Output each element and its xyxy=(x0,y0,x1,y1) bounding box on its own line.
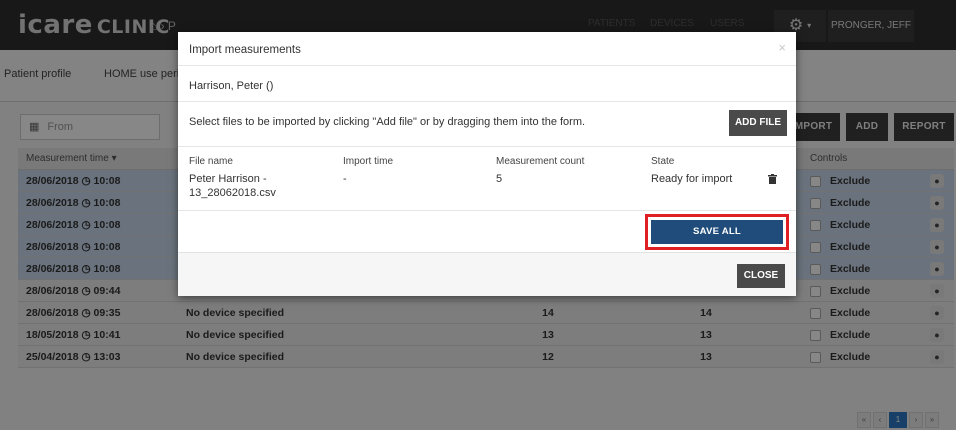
save-all-measurements-button[interactable]: SAVE ALL MEASUREMENTS xyxy=(651,220,783,261)
patient-name: Harrison, Peter () xyxy=(189,80,274,92)
close-icon[interactable]: × xyxy=(778,40,786,55)
divider xyxy=(178,210,796,211)
highlight-box: SAVE ALL MEASUREMENTS xyxy=(645,214,789,261)
column-file-name: File name xyxy=(189,156,233,167)
import-measurements-dialog: Import measurements × Harrison, Peter ()… xyxy=(178,32,796,296)
divider xyxy=(178,101,796,102)
file-import-time: - xyxy=(343,173,347,185)
column-measurement-count: Measurement count xyxy=(496,156,585,167)
column-state: State xyxy=(651,156,675,167)
file-measurement-count: 5 xyxy=(496,173,503,185)
divider xyxy=(178,146,796,147)
add-file-button[interactable]: ADD FILE xyxy=(729,110,787,136)
file-name-line-2: 13_28062018.csv xyxy=(189,187,276,199)
column-import-time: Import time xyxy=(343,156,394,167)
divider xyxy=(178,65,796,66)
file-state: Ready for import xyxy=(651,173,733,185)
dialog-footer: CLOSE xyxy=(178,252,796,296)
trash-icon[interactable] xyxy=(768,174,777,184)
file-name-cell: Peter Harrison - 13_28062018.csv xyxy=(189,172,276,200)
dialog-title: Import measurements xyxy=(189,44,301,56)
import-instructions: Select files to be imported by clicking … xyxy=(189,116,586,128)
file-name-line-1: Peter Harrison - xyxy=(189,173,267,185)
close-button[interactable]: CLOSE xyxy=(737,264,785,288)
